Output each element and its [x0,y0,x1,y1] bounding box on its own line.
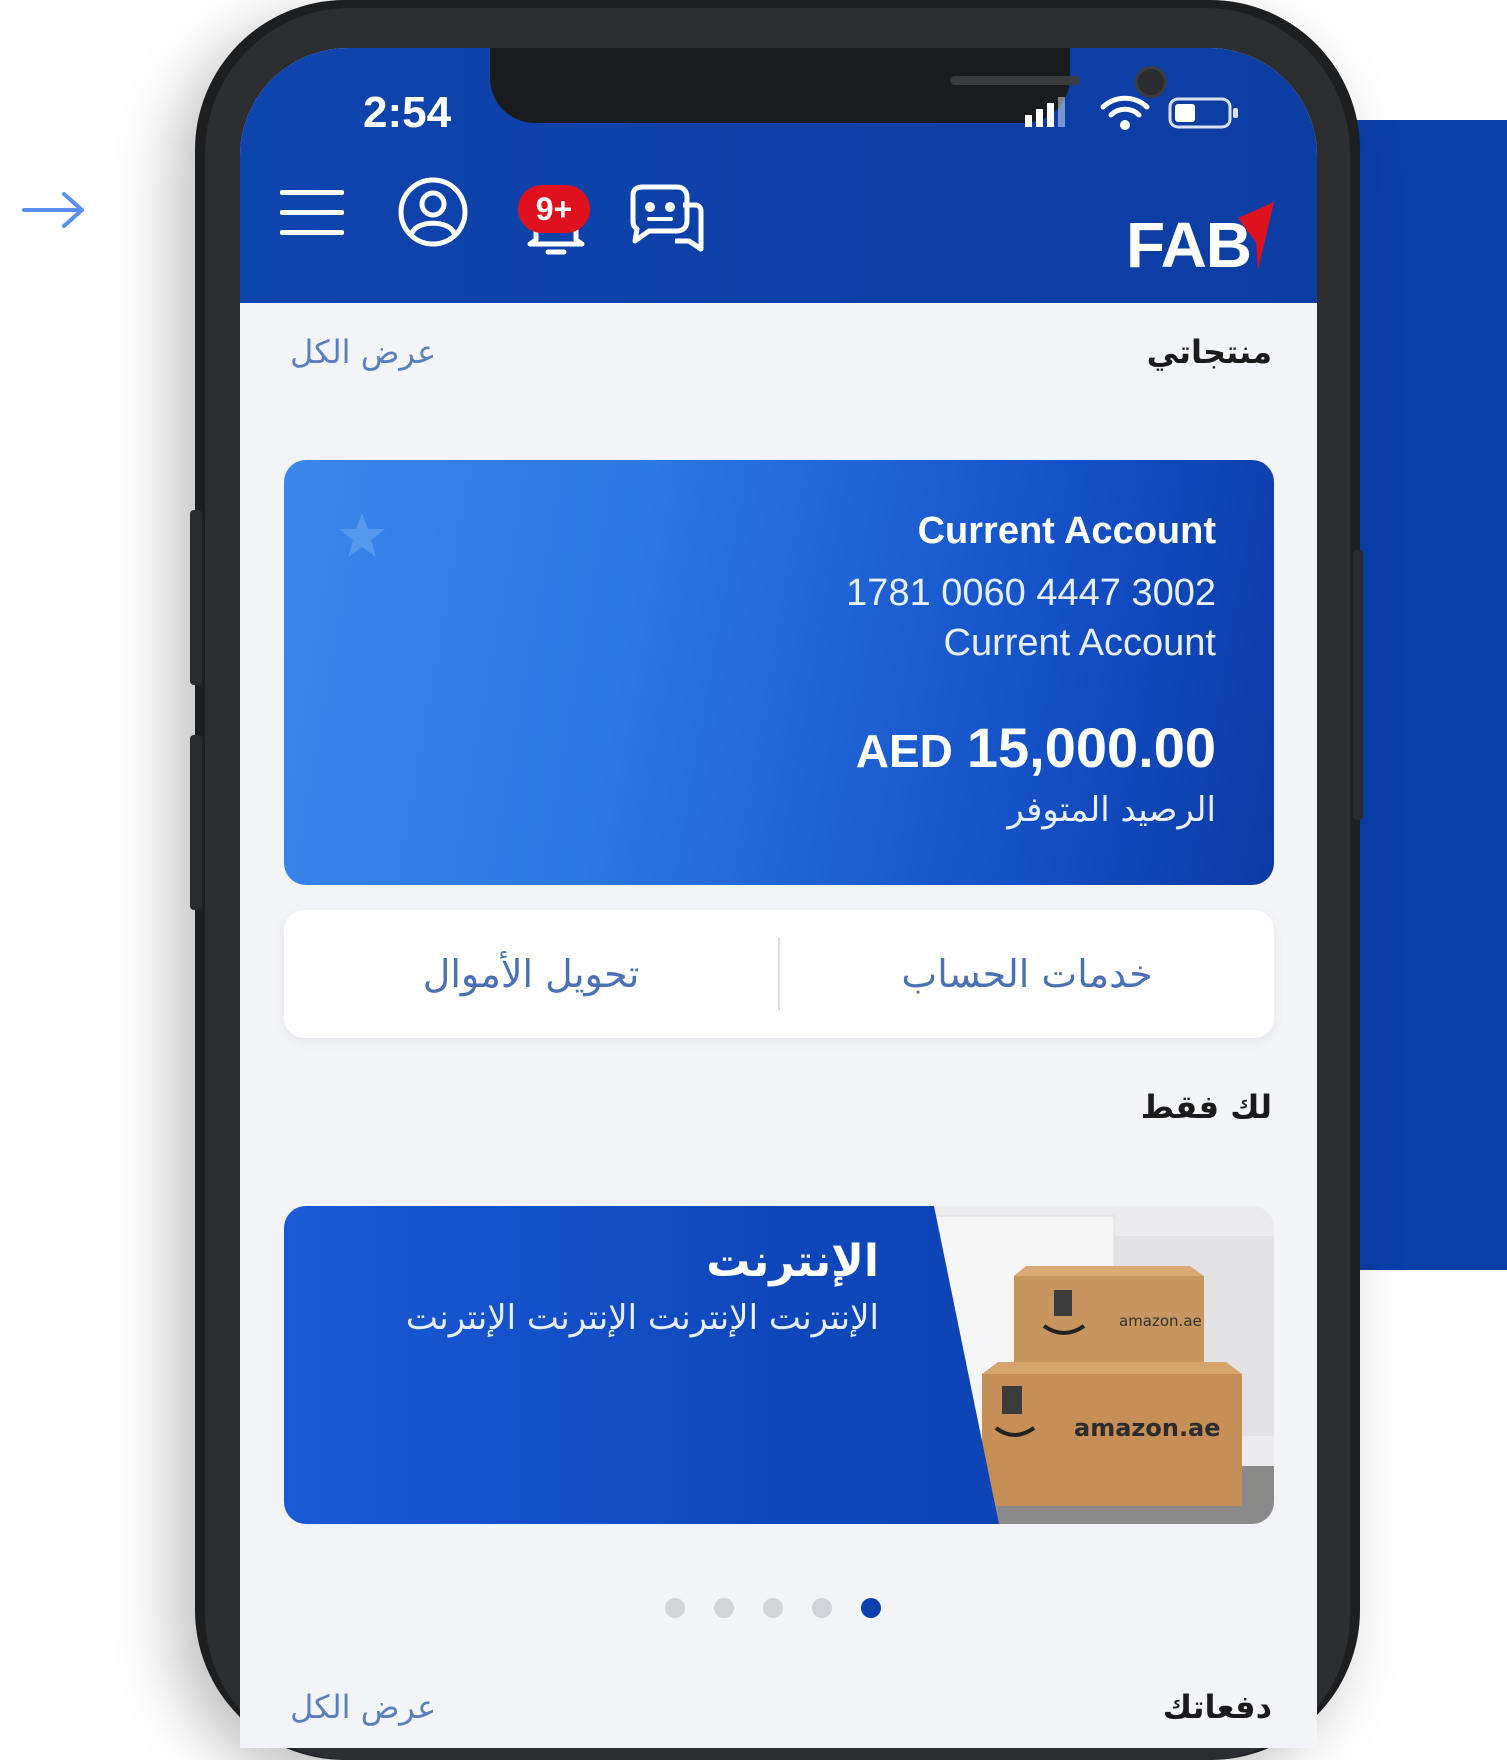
account-services-button[interactable]: خدمات الحساب [780,910,1274,1038]
account-number: 1781 0060 4447 3002 [846,572,1216,614]
phone-notch [490,48,1167,123]
promo-title: الإنترنت [706,1236,879,1287]
status-time: 2:54 [363,88,452,137]
payments-title: دفعاتك [1162,1688,1272,1726]
my-products-title: منتجاتي [1146,333,1272,371]
svg-text:amazon.ae: amazon.ae [1074,1414,1221,1442]
account-balance: AED 15,000.00 [856,715,1216,780]
chatbot-icon[interactable] [625,183,705,255]
carousel-dot[interactable] [665,1598,685,1618]
profile-icon[interactable] [397,176,469,248]
phone-side-button [190,735,202,910]
balance-amount: 15,000.00 [966,716,1216,779]
account-actions-bar: تحويل الأموال خدمات الحساب [284,910,1274,1038]
account-type: Current Account [943,622,1216,664]
phone-side-button [190,510,202,685]
favorite-star-icon[interactable] [336,510,388,562]
svg-text:amazon.ae: amazon.ae [1119,1312,1202,1330]
signal-icon [1025,97,1065,127]
view-all-products-link[interactable]: عرض الكل [290,333,436,371]
carousel-dot[interactable] [714,1598,734,1618]
account-name: Current Account [917,510,1216,552]
current-account-card[interactable]: Current Account 1781 0060 4447 3002 Curr… [284,460,1274,885]
menu-icon[interactable] [280,188,344,238]
phone-screen: 2:54 9+ FAB منتجاتي عرض الكل Current Acc… [240,48,1317,1748]
carousel-dot[interactable] [812,1598,832,1618]
promo-banner[interactable]: amazon.ae amazon.ae الإنترنت الإنترنت ال… [284,1206,1274,1524]
view-all-payments-link[interactable]: عرض الكل [290,1688,436,1726]
notification-badge: 9+ [518,185,590,233]
arrow-right-icon [22,192,84,228]
carousel-dot[interactable] [763,1598,783,1618]
status-bar-icons [1025,95,1238,130]
carousel-dot[interactable] [861,1598,881,1618]
app-header: 2:54 9+ FAB [240,48,1317,303]
transfer-funds-button[interactable]: تحويل الأموال [284,910,778,1038]
for-you-title: لك فقط [1140,1088,1272,1126]
wifi-icon [1100,95,1150,130]
available-balance-label: الرصيد المتوفر [1007,790,1216,830]
fab-logo-mark [1238,202,1274,270]
promo-subtitle: الإنترنت الإنترنت الإنترنت الإنترنت [405,1298,879,1338]
battery-icon [1168,97,1238,129]
balance-currency: AED [855,725,953,777]
phone-power-button [1353,550,1363,820]
